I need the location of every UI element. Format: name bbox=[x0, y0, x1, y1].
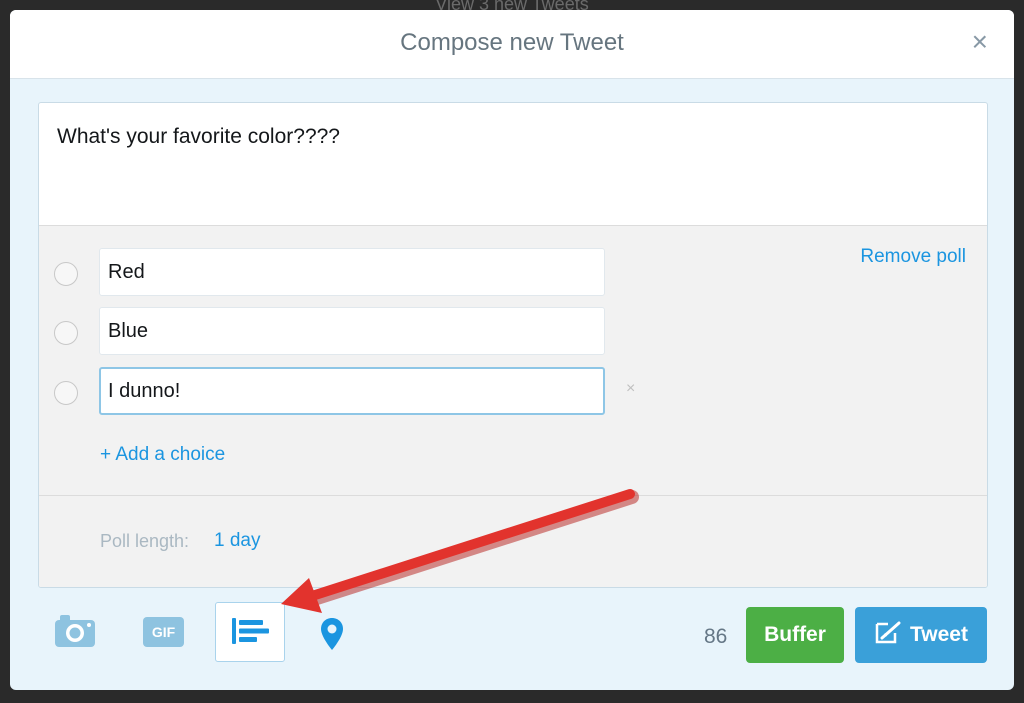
poll-divider bbox=[39, 495, 987, 496]
poll-icon bbox=[232, 618, 269, 644]
add-choice-link[interactable]: + Add a choice bbox=[100, 444, 225, 466]
choice-3-input[interactable] bbox=[99, 367, 605, 415]
tweet-button-label: Tweet bbox=[910, 623, 968, 646]
choice-2-input[interactable] bbox=[99, 307, 605, 355]
poll-length-label: Poll length: bbox=[100, 531, 190, 551]
camera-icon[interactable] bbox=[54, 614, 96, 653]
tweet-textarea[interactable]: What's your favorite color???? bbox=[57, 125, 340, 149]
quill-icon bbox=[875, 621, 901, 644]
remove-poll-link[interactable]: Remove poll bbox=[860, 246, 966, 268]
poll-button[interactable] bbox=[215, 602, 285, 662]
buffer-button[interactable]: Buffer bbox=[746, 607, 844, 663]
location-icon[interactable] bbox=[320, 617, 344, 656]
choice-1-input[interactable] bbox=[99, 248, 605, 296]
choice-2-radio bbox=[54, 321, 78, 345]
choice-1-radio bbox=[54, 262, 78, 286]
tweet-button[interactable]: Tweet bbox=[855, 607, 987, 663]
choice-3-radio bbox=[54, 381, 78, 405]
compose-box: What's your favorite color???? Remove po… bbox=[38, 102, 988, 588]
poll-length-select[interactable]: 1 day bbox=[214, 530, 260, 552]
compose-modal: Compose new Tweet × What's your favorite… bbox=[10, 10, 1014, 690]
modal-header: Compose new Tweet × bbox=[10, 10, 1014, 79]
remove-choice-icon[interactable]: × bbox=[626, 380, 635, 398]
poll-area: Remove poll × + Add a choice Poll length… bbox=[39, 225, 987, 587]
modal-title: Compose new Tweet bbox=[400, 29, 624, 56]
gif-icon[interactable]: GIF bbox=[143, 617, 184, 647]
close-icon[interactable]: × bbox=[972, 28, 988, 56]
character-count: 86 bbox=[704, 625, 728, 648]
